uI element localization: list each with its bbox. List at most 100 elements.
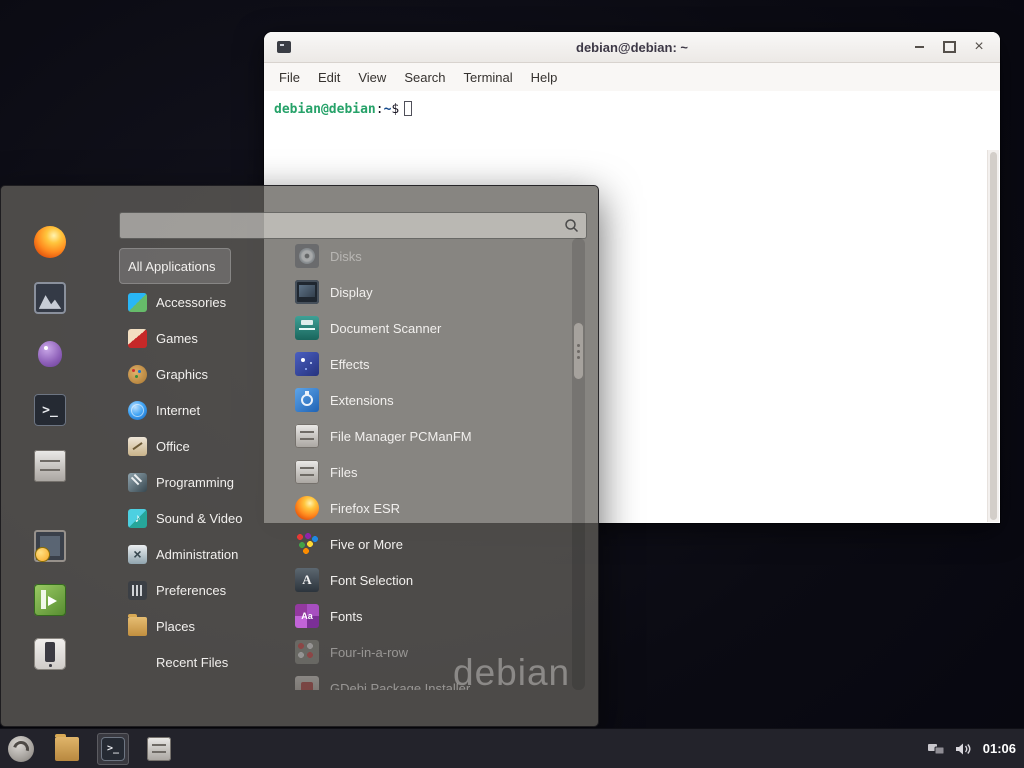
taskbar-launcher-button[interactable] [143,733,175,765]
maximize-button[interactable] [942,40,956,54]
taskbar-launcher-button[interactable] [51,733,83,765]
category-item[interactable]: Places [119,608,211,644]
pidgin-icon [34,338,66,370]
favorite-app-button[interactable] [21,444,79,488]
category-label: Graphics [156,367,208,382]
app-item[interactable]: Fonts [289,598,569,634]
prompt-separator: : [376,102,384,117]
taskbar-launcher-button[interactable] [97,733,129,765]
category-item[interactable]: All Applications [119,248,231,284]
terminal-icon [34,394,66,426]
programming-icon [128,473,147,492]
volume-icon[interactable] [955,742,972,756]
app-list: Disks Display Document Scanner Effects E… [289,238,569,690]
file-manager-icon [34,450,66,482]
menu-search-input[interactable] [120,218,564,233]
app-item[interactable]: Effects [289,346,569,382]
category-label: Preferences [156,583,226,598]
app-item[interactable]: Font Selection [289,562,569,598]
disks-icon [295,244,319,268]
preferences-icon [128,581,147,600]
system-tray: 01:06 [928,741,1016,756]
terminal-menu-item[interactable]: Terminal [455,66,522,89]
terminal-cursor [404,101,412,116]
category-label: Internet [156,403,200,418]
taskbar: 01:06 [0,728,1024,768]
games-icon [128,329,147,348]
category-item[interactable]: Preferences [119,572,242,608]
lock-screen-icon [34,530,66,562]
terminal-menu-item[interactable]: View [349,66,395,89]
close-button[interactable]: × [972,40,986,54]
gdebi-icon [295,676,319,690]
network-icon[interactable] [928,742,944,756]
terminal-scrollbar[interactable] [987,150,999,522]
app-item[interactable]: Disks [289,238,569,274]
accessories-icon [128,293,147,312]
effects-icon [295,352,319,376]
five-or-more-icon [295,532,319,556]
photos-icon [34,282,66,314]
category-label: Administration [156,547,238,562]
app-item[interactable]: Files [289,454,569,490]
taskbar-launchers [51,733,175,765]
desktop: debian@debian: ~ × FileEditViewSearchTer… [0,0,1024,768]
category-label: Places [156,619,195,634]
terminal-menubar: FileEditViewSearchTerminalHelp [264,63,1000,91]
app-label: Firefox ESR [330,501,400,516]
document-scanner-icon [295,316,319,340]
terminal-scrollbar-thumb[interactable] [990,152,997,520]
search-icon [564,218,579,233]
apps-scrollbar-thumb[interactable] [573,322,584,380]
app-item[interactable]: Document Scanner [289,310,569,346]
prompt-symbol: $ [391,102,399,117]
category-item[interactable]: Sound & Video [119,500,259,536]
app-item[interactable]: File Manager PCManFM [289,418,569,454]
graphics-icon [128,365,147,384]
firefox-icon [295,496,319,520]
app-item[interactable]: Display [289,274,569,310]
cinnamon-logo-icon [8,736,34,762]
session-button[interactable] [21,632,79,676]
files-icon [295,460,319,484]
category-item[interactable]: Accessories [119,284,242,320]
favorite-app-button[interactable] [21,276,79,320]
category-label: Recent Files [156,655,228,670]
favorite-app-button[interactable] [21,332,79,376]
firefox-icon [34,226,66,258]
menu-button[interactable] [4,732,38,766]
app-label: Four-in-a-row [330,645,408,660]
app-label: Font Selection [330,573,413,588]
app-item[interactable]: Five or More [289,526,569,562]
category-label: Accessories [156,295,226,310]
category-item[interactable]: Administration [119,536,254,572]
apps-scrollbar[interactable] [572,238,585,690]
session-button[interactable] [21,578,79,622]
category-item[interactable]: Recent Files [119,644,244,680]
favorite-app-button[interactable] [21,388,79,432]
terminal-menu-item[interactable]: Edit [309,66,349,89]
session-button[interactable] [21,524,79,568]
session-column [13,524,87,676]
pcmanfm-icon [295,424,319,448]
terminal-menu-item[interactable]: Help [522,66,567,89]
category-item[interactable]: Internet [119,392,216,428]
app-label: GDebi Package Installer [330,681,470,691]
category-item[interactable]: Office [119,428,206,464]
app-item[interactable]: Extensions [289,382,569,418]
logout-icon [34,584,66,616]
terminal-titlebar[interactable]: debian@debian: ~ × [264,32,1000,63]
sound-video-icon [128,509,147,528]
category-item[interactable]: Graphics [119,356,224,392]
category-item[interactable]: Programming [119,464,250,500]
category-item[interactable]: Games [119,320,214,356]
terminal-menu-item[interactable]: File [270,66,309,89]
terminal-menu-item[interactable]: Search [395,66,454,89]
app-label: Files [330,465,357,480]
minimize-button[interactable] [912,40,926,54]
app-label: Disks [330,249,362,264]
app-item[interactable]: Firefox ESR [289,490,569,526]
favorite-app-button[interactable] [21,220,79,264]
four-in-a-row-icon [295,640,319,664]
clock[interactable]: 01:06 [983,741,1016,756]
